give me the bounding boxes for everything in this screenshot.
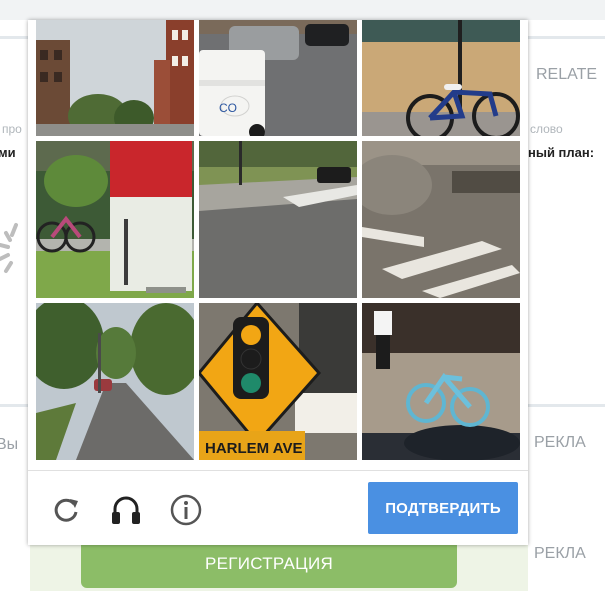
captcha-tile-7[interactable] xyxy=(36,303,194,460)
captcha-tile-9[interactable] xyxy=(362,303,520,460)
left-small-text: про xyxy=(2,122,22,136)
captcha-image-grid: CO HARLEM AVE xyxy=(36,20,520,462)
section-rule-right xyxy=(528,404,605,407)
van-logo-text: CO xyxy=(219,101,237,115)
captcha-footer-divider xyxy=(28,470,528,471)
captcha-dialog: CO HARLEM AVE ПОДТВЕРДИТЬ xyxy=(28,20,528,545)
captcha-tile-8[interactable]: HARLEM AVE xyxy=(199,303,357,460)
captcha-tile-2[interactable]: CO xyxy=(199,20,357,136)
section-rule-left xyxy=(0,404,28,407)
ads-heading: РЕКЛА xyxy=(534,434,586,451)
right-dark-text: ный план: xyxy=(528,145,595,160)
captcha-tile-4[interactable] xyxy=(36,141,194,298)
captcha-tile-5[interactable] xyxy=(199,141,357,298)
reload-button[interactable] xyxy=(46,490,86,530)
ads-heading-2: РЕКЛА xyxy=(534,545,586,562)
captcha-tile-6[interactable] xyxy=(362,141,520,298)
audio-challenge-button[interactable] xyxy=(106,490,146,530)
header-rule-left xyxy=(0,36,28,39)
help-button[interactable] xyxy=(166,490,206,530)
browser-top-bar xyxy=(0,0,605,20)
harlem-ave-sign-text: HARLEM AVE xyxy=(205,440,303,457)
verify-button[interactable]: ПОДТВЕРДИТЬ xyxy=(368,482,518,534)
captcha-tile-1[interactable] xyxy=(36,20,194,136)
reload-icon xyxy=(54,498,78,522)
left-fragment-text: ми xyxy=(0,145,16,160)
captcha-tile-3[interactable] xyxy=(362,20,520,136)
registration-button[interactable]: РЕГИСТРАЦИЯ xyxy=(81,540,457,588)
info-icon xyxy=(170,494,202,526)
right-small-text: слово xyxy=(530,122,563,136)
related-heading: RELATE xyxy=(536,66,598,83)
left-fragment-heading: Вы xyxy=(0,436,19,453)
header-rule-right xyxy=(528,36,605,39)
headphones-icon xyxy=(112,496,140,524)
